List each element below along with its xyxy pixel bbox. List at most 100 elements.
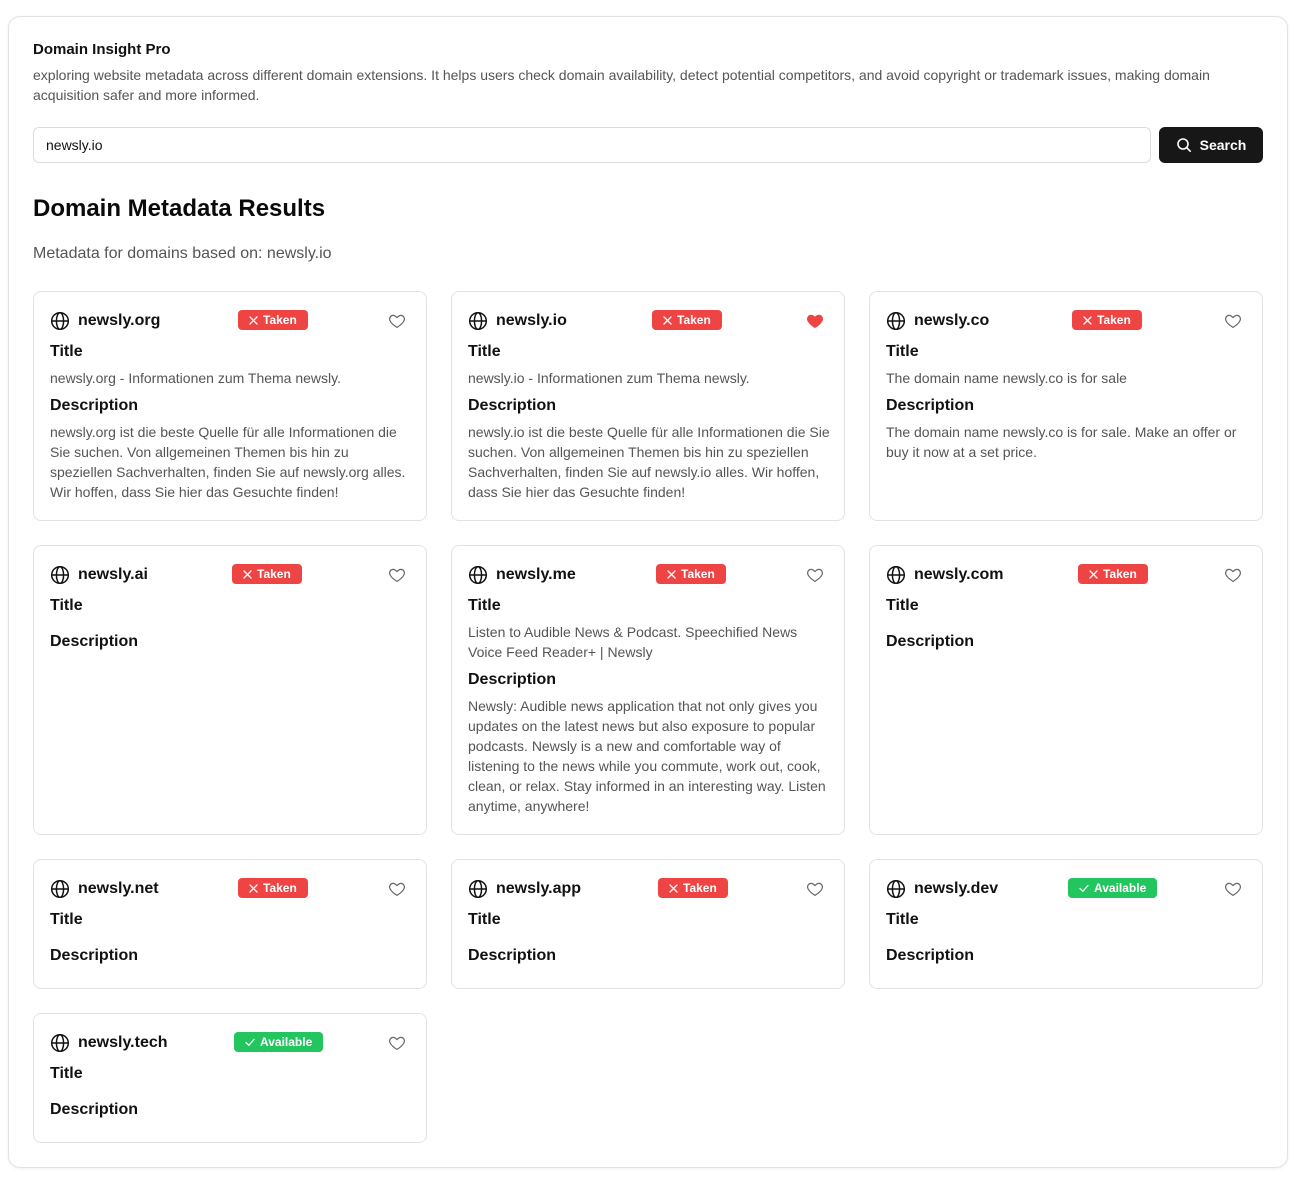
domain-card: newsly.co Taken Title The domain name ne… (869, 291, 1263, 521)
description-label: Description (886, 947, 975, 964)
domain-card: newsly.app Taken Title Description (451, 859, 845, 989)
globe-icon (886, 879, 906, 899)
title-label: Title (468, 343, 501, 360)
status-badge-label: Available (260, 1035, 313, 1049)
domain-name: newsly.org (78, 312, 161, 329)
favorite-heart-icon[interactable] (806, 312, 824, 330)
domain-card: newsly.org Taken Title newsly.org - Info… (33, 291, 427, 521)
status-badge: Taken (652, 310, 722, 330)
card-body: Title The domain name newsly.co is for s… (886, 342, 1248, 462)
favorite-heart-icon[interactable] (388, 566, 406, 584)
favorite-heart-icon[interactable] (806, 880, 824, 898)
favorite-heart-icon[interactable] (388, 312, 406, 330)
description-value: The domain name newsly.co is for sale. M… (886, 424, 1237, 460)
check-icon (245, 1038, 255, 1046)
globe-icon (886, 565, 906, 585)
favorite-heart-icon[interactable] (806, 566, 824, 584)
card-header: newsly.tech Available (50, 1032, 410, 1056)
card-header: newsly.net Taken (50, 878, 410, 902)
status-badge-label: Taken (681, 567, 715, 581)
favorite-heart-icon[interactable] (1224, 880, 1242, 898)
status-badge: Taken (232, 564, 302, 584)
status-badge: Taken (1078, 564, 1148, 584)
globe-icon (468, 879, 488, 899)
card-header: newsly.ai Taken (50, 564, 410, 588)
status-badge-label: Taken (263, 881, 297, 895)
status-badge: Taken (238, 878, 308, 898)
description-label: Description (468, 397, 557, 414)
status-badge-label: Taken (1103, 567, 1137, 581)
x-icon (669, 883, 678, 893)
card-body: Title Description (50, 1064, 412, 1126)
search-button[interactable]: Search (1159, 127, 1263, 163)
card-header: newsly.app Taken (468, 878, 828, 902)
favorite-heart-icon[interactable] (1224, 566, 1242, 584)
globe-icon (468, 311, 488, 331)
check-icon (1079, 884, 1089, 892)
card-header: newsly.org Taken (50, 310, 410, 334)
domain-name: newsly.io (496, 312, 567, 329)
title-label: Title (886, 911, 919, 928)
favorite-heart-icon[interactable] (388, 1034, 406, 1052)
status-badge: Taken (1072, 310, 1142, 330)
favorite-heart-icon[interactable] (1224, 312, 1242, 330)
x-icon (1083, 315, 1092, 325)
globe-icon (50, 311, 70, 331)
card-header: newsly.me Taken (468, 564, 828, 588)
x-icon (663, 315, 672, 325)
search-icon (1176, 138, 1191, 152)
domain-card: newsly.dev Available Title Description (869, 859, 1263, 989)
card-header: newsly.co Taken (886, 310, 1246, 334)
domain-name: newsly.ai (78, 566, 148, 583)
title-label: Title (50, 597, 83, 614)
domain-search-input[interactable] (33, 127, 1151, 163)
title-label: Title (50, 911, 83, 928)
status-badge-label: Taken (1097, 313, 1131, 327)
card-body: Title newsly.io - Informationen zum Them… (468, 342, 830, 502)
globe-icon (886, 311, 906, 331)
description-label: Description (50, 633, 139, 650)
title-label: Title (468, 597, 501, 614)
description-label: Description (886, 397, 975, 414)
x-icon (667, 569, 676, 579)
results-subtitle: Metadata for domains based on: newsly.io (33, 245, 332, 263)
results-subtitle-prefix: Metadata for domains based on: (33, 245, 267, 262)
domain-name: newsly.tech (78, 1034, 168, 1051)
description-label: Description (468, 947, 557, 964)
results-subtitle-query: newsly.io (266, 245, 332, 262)
domain-card: newsly.ai Taken Title Description (33, 545, 427, 835)
domain-card: newsly.net Taken Title Description (33, 859, 427, 989)
description-label: Description (50, 947, 139, 964)
domain-name: newsly.me (496, 566, 576, 583)
search-button-label: Search (1199, 137, 1247, 153)
main-panel: Domain Insight Pro exploring website met… (8, 16, 1288, 1168)
results-heading: Domain Metadata Results (33, 195, 326, 222)
card-body: Title Description (886, 910, 1248, 972)
x-icon (243, 569, 252, 579)
status-badge-label: Taken (257, 567, 291, 581)
x-icon (1089, 569, 1098, 579)
favorite-heart-icon[interactable] (388, 880, 406, 898)
domain-name: newsly.com (914, 566, 1004, 583)
title-label: Title (50, 1065, 83, 1082)
title-value: The domain name newsly.co is for sale (886, 370, 1127, 386)
domain-name: newsly.net (78, 880, 159, 897)
card-body: Title Description (468, 910, 830, 972)
status-badge: Taken (656, 564, 726, 584)
description-label: Description (468, 671, 557, 688)
globe-icon (50, 565, 70, 585)
title-label: Title (886, 597, 919, 614)
card-header: newsly.dev Available (886, 878, 1246, 902)
description-label: Description (50, 397, 139, 414)
status-badge-label: Available (1094, 881, 1147, 895)
status-badge: Taken (238, 310, 308, 330)
x-icon (249, 315, 258, 325)
description-value: newsly.org ist die beste Quelle für alle… (50, 424, 406, 500)
status-badge: Taken (658, 878, 728, 898)
title-label: Title (886, 343, 919, 360)
status-badge-label: Taken (263, 313, 297, 327)
card-header: newsly.com Taken (886, 564, 1246, 588)
status-badge: Available (1068, 878, 1158, 898)
app-title: Domain Insight Pro (33, 41, 171, 58)
domain-name: newsly.app (496, 880, 582, 897)
